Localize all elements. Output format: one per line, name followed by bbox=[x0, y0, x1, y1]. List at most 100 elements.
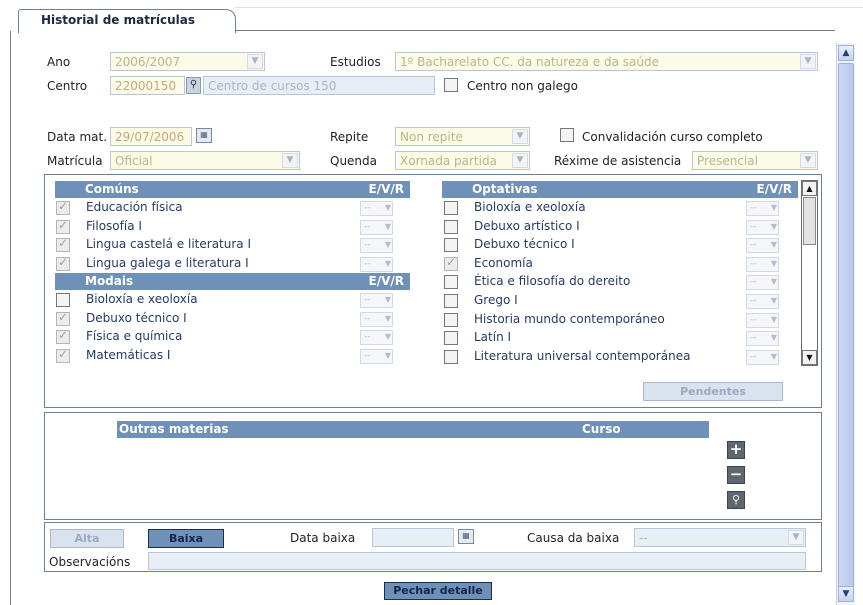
subject-checkbox[interactable] bbox=[56, 255, 70, 271]
evr-select[interactable]: -- ▼ bbox=[746, 349, 779, 365]
matricula-select[interactable]: Oficial ▼ bbox=[110, 151, 300, 170]
evr-select[interactable]: -- ▼ bbox=[360, 330, 393, 346]
modais-title: Modais bbox=[85, 274, 134, 288]
centro-code-field[interactable]: 22000150 bbox=[110, 76, 185, 95]
scroll-thumb[interactable] bbox=[803, 197, 816, 245]
subject-row[interactable]: Filosofía I -- ▼ bbox=[56, 218, 416, 236]
subject-checkbox[interactable] bbox=[444, 331, 458, 346]
calendar-icon[interactable]: ▦ bbox=[196, 128, 212, 143]
add-icon[interactable]: + bbox=[727, 441, 745, 459]
subject-row[interactable]: Economía -- ▼ bbox=[444, 255, 804, 273]
chevron-down-icon: ▼ bbox=[770, 203, 777, 212]
search-icon[interactable]: ⚲ bbox=[727, 491, 745, 509]
alta-button[interactable]: Alta bbox=[50, 529, 124, 548]
pendentes-button[interactable]: Pendentes bbox=[643, 382, 783, 401]
tab-historial[interactable]: Historial de matrículas bbox=[18, 9, 236, 33]
subject-label: Lingua galega e literatura I bbox=[86, 255, 249, 270]
comuns-header: Comúns E/V/R bbox=[55, 181, 410, 198]
centro-non-galego-checkbox[interactable] bbox=[444, 78, 458, 92]
scroll-up-icon[interactable]: ▲ bbox=[838, 45, 854, 61]
subject-row[interactable]: Debuxo técnico I -- ▼ bbox=[56, 310, 416, 328]
subject-checkbox[interactable] bbox=[444, 201, 458, 215]
subject-checkbox[interactable] bbox=[56, 218, 70, 234]
evr-value: -- bbox=[750, 221, 757, 232]
search-icon[interactable]: ⚲ bbox=[186, 77, 201, 94]
subject-label: Debuxo técnico I bbox=[86, 310, 187, 325]
ano-select[interactable]: 2006/2007 ▼ bbox=[110, 52, 265, 71]
subject-row[interactable]: Ética e filosofía do dereito -- ▼ bbox=[444, 273, 804, 291]
observacions-field[interactable] bbox=[148, 552, 806, 570]
subject-row[interactable]: Grego I -- ▼ bbox=[444, 292, 804, 310]
evr-select[interactable]: -- ▼ bbox=[746, 312, 779, 328]
subject-checkbox[interactable] bbox=[56, 347, 70, 363]
evr-select[interactable]: -- ▼ bbox=[360, 238, 393, 254]
subject-checkbox[interactable] bbox=[444, 219, 458, 234]
convalidacion-checkbox[interactable] bbox=[560, 128, 574, 142]
subject-checkbox[interactable] bbox=[444, 238, 458, 253]
subject-label: Historia mundo contemporáneo bbox=[474, 311, 665, 326]
subject-checkbox[interactable] bbox=[444, 255, 458, 271]
evr-select[interactable]: -- ▼ bbox=[360, 256, 393, 272]
rexime-value: Presencial bbox=[697, 154, 758, 168]
subject-checkbox[interactable] bbox=[444, 294, 458, 308]
chevron-down-icon: ▼ bbox=[770, 314, 777, 324]
chevron-down-icon: ▼ bbox=[282, 153, 298, 168]
subject-checkbox[interactable] bbox=[444, 312, 458, 327]
evr-select[interactable]: -- ▼ bbox=[746, 331, 779, 347]
evr-select[interactable]: -- ▼ bbox=[360, 219, 393, 235]
subject-row[interactable]: Lingua castelá e literatura I -- ▼ bbox=[56, 236, 416, 254]
page-scrollbar[interactable]: ▲ ▼ bbox=[836, 43, 855, 605]
subject-row[interactable]: Historia mundo contemporáneo -- ▼ bbox=[444, 311, 804, 329]
evr-select[interactable]: -- ▼ bbox=[746, 256, 779, 272]
scroll-thumb[interactable] bbox=[838, 63, 854, 599]
subject-checkbox[interactable] bbox=[56, 310, 70, 326]
subject-row[interactable]: Literatura universal contemporánea -- ▼ bbox=[444, 348, 804, 366]
subject-row[interactable]: Debuxo artístico I -- ▼ bbox=[444, 218, 804, 236]
quenda-select[interactable]: Xornada partida ▼ bbox=[395, 151, 530, 170]
subject-checkbox[interactable] bbox=[444, 275, 458, 290]
subject-row[interactable]: Bioloxía e xeoloxía -- ▼ bbox=[56, 291, 416, 309]
subject-label: Filosofía I bbox=[86, 218, 142, 233]
subject-row[interactable]: Física e química -- ▼ bbox=[56, 328, 416, 346]
optativas-scrollbar[interactable]: ▲ ▼ bbox=[801, 180, 818, 366]
evr-select[interactable]: -- ▼ bbox=[360, 201, 393, 216]
subject-row[interactable]: Debuxo técnico I -- ▼ bbox=[444, 236, 804, 254]
centro-name-field[interactable]: Centro de cursos 150 bbox=[203, 76, 435, 95]
evr-select[interactable]: -- ▼ bbox=[746, 238, 779, 254]
data-baixa-field[interactable] bbox=[372, 528, 454, 547]
evr-select[interactable]: -- ▼ bbox=[746, 201, 779, 216]
subject-checkbox[interactable] bbox=[56, 293, 70, 307]
subject-label: Economía bbox=[474, 255, 533, 270]
evr-select[interactable]: -- ▼ bbox=[360, 348, 393, 364]
repite-select[interactable]: Non repite ▼ bbox=[395, 127, 530, 146]
subject-label: Literatura universal contemporánea bbox=[474, 348, 691, 363]
subject-row[interactable]: Lingua galega e literatura I -- ▼ bbox=[56, 255, 416, 273]
rexime-select[interactable]: Presencial ▼ bbox=[692, 151, 818, 170]
calendar-icon[interactable]: ▦ bbox=[458, 529, 474, 544]
scroll-up-icon[interactable]: ▲ bbox=[802, 181, 817, 196]
scroll-down-icon[interactable]: ▼ bbox=[838, 586, 854, 602]
estudios-select[interactable]: 1º Bacharelato CC. da natureza e da saúd… bbox=[395, 52, 818, 71]
subject-row[interactable]: Matemáticas I -- ▼ bbox=[56, 347, 416, 365]
evr-select[interactable]: -- ▼ bbox=[746, 275, 779, 291]
causa-value: -- bbox=[639, 531, 648, 545]
evr-select[interactable]: -- ▼ bbox=[746, 294, 779, 309]
subject-checkbox[interactable] bbox=[444, 349, 458, 364]
baixa-button[interactable]: Baixa bbox=[148, 529, 224, 548]
subject-checkbox[interactable] bbox=[56, 328, 70, 345]
pechar-detalle-button[interactable]: Pechar detalle bbox=[384, 582, 492, 600]
evr-select[interactable]: -- ▼ bbox=[746, 219, 779, 235]
evr-select[interactable]: -- ▼ bbox=[360, 293, 393, 308]
causa-select[interactable]: -- ▼ bbox=[634, 528, 806, 547]
evr-select[interactable]: -- ▼ bbox=[360, 311, 393, 327]
evr-value: -- bbox=[364, 203, 371, 213]
subject-checkbox[interactable] bbox=[56, 236, 70, 253]
subject-row[interactable]: Bioloxía e xeoloxía -- ▼ bbox=[444, 199, 804, 217]
data-mat-field[interactable]: 29/07/2006 bbox=[110, 127, 192, 146]
chevron-down-icon: ▼ bbox=[800, 54, 816, 69]
scroll-down-icon[interactable]: ▼ bbox=[802, 350, 817, 365]
subject-row[interactable]: Educación física -- ▼ bbox=[56, 199, 416, 217]
subject-checkbox[interactable] bbox=[56, 199, 70, 215]
remove-icon[interactable]: − bbox=[727, 466, 745, 484]
subject-row[interactable]: Latín I -- ▼ bbox=[444, 329, 804, 347]
